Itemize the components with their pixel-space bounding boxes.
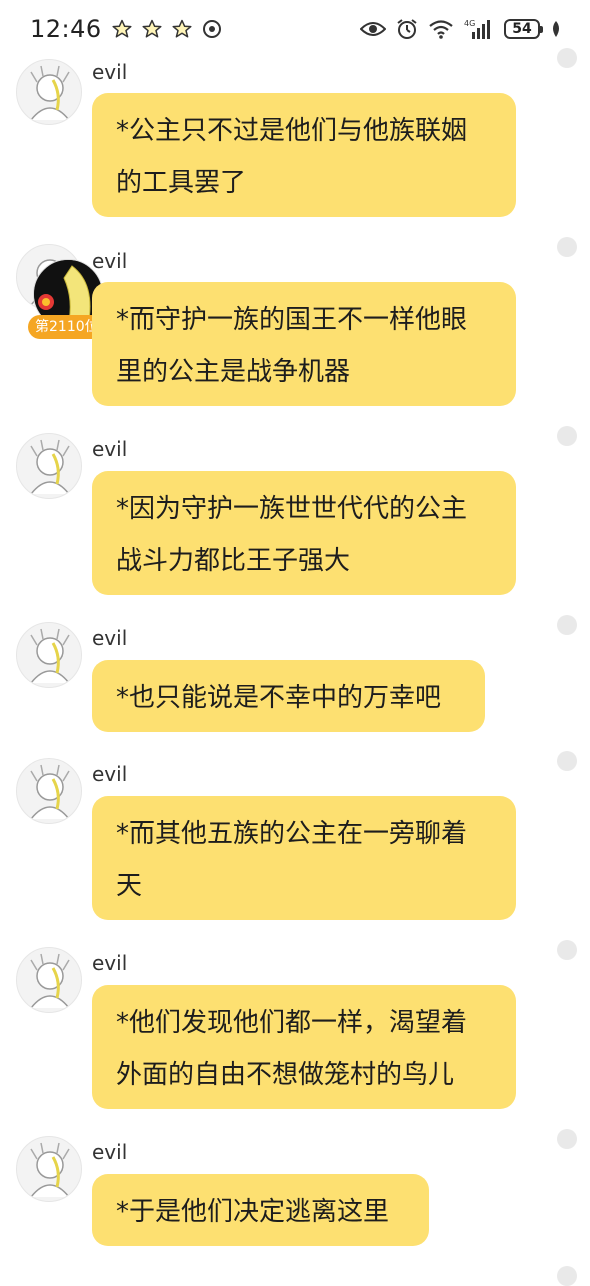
username[interactable]: evil (92, 249, 127, 273)
username[interactable]: evil (92, 437, 127, 461)
battery-icon: 54 (504, 19, 543, 39)
battery-level: 54 (512, 21, 532, 37)
status-dot (557, 48, 577, 68)
username[interactable]: evil (92, 1140, 127, 1164)
avatar[interactable] (16, 758, 82, 824)
avatar[interactable] (16, 59, 82, 125)
avatar[interactable] (16, 622, 82, 688)
status-time: 12:46 (30, 15, 102, 43)
status-dot (557, 426, 577, 446)
status-bar: 12:46 4G 54 (0, 0, 590, 58)
status-dot (557, 615, 577, 635)
status-dot (557, 940, 577, 960)
message-bubble[interactable]: *也只能说是不幸中的万幸吧 (92, 660, 485, 732)
leaf-icon (550, 20, 562, 38)
status-left: 12:46 (30, 15, 222, 43)
status-right: 4G 54 (360, 18, 562, 40)
status-dot (557, 237, 577, 257)
message-bubble[interactable]: *因为守护一族世世代代的公主战斗力都比王子强大 (92, 471, 516, 595)
alarm-icon (396, 18, 418, 40)
message-bubble[interactable]: *于是他们决定逃离这里 (92, 1174, 429, 1246)
signal-icon: 4G (464, 18, 494, 40)
eye-icon (360, 20, 386, 38)
status-dot (557, 1129, 577, 1149)
avatar[interactable] (16, 433, 82, 499)
star-icon (112, 19, 132, 39)
wifi-icon (428, 19, 454, 39)
message-bubble[interactable]: *而守护一族的国王不一样他眼里的公主是战争机器 (92, 282, 516, 406)
avatar[interactable] (16, 947, 82, 1013)
network-label: 4G (464, 19, 475, 28)
username[interactable]: evil (92, 762, 127, 786)
star-icon (142, 19, 162, 39)
message-bubble[interactable]: *公主只不过是他们与他族联姻的工具罢了 (92, 93, 516, 217)
username[interactable]: evil (92, 626, 127, 650)
avatar[interactable] (16, 1136, 82, 1202)
message-bubble[interactable]: *他们发现他们都一样，渴望着外面的自由不想做笼村的鸟儿 (92, 985, 516, 1109)
status-dot (557, 1266, 577, 1286)
message-bubble[interactable]: *而其他五族的公主在一旁聊着天 (92, 796, 516, 920)
star-icon (172, 19, 192, 39)
status-dot (557, 751, 577, 771)
timer-icon (202, 19, 222, 39)
username[interactable]: evil (92, 951, 127, 975)
username[interactable]: evil (92, 60, 127, 84)
